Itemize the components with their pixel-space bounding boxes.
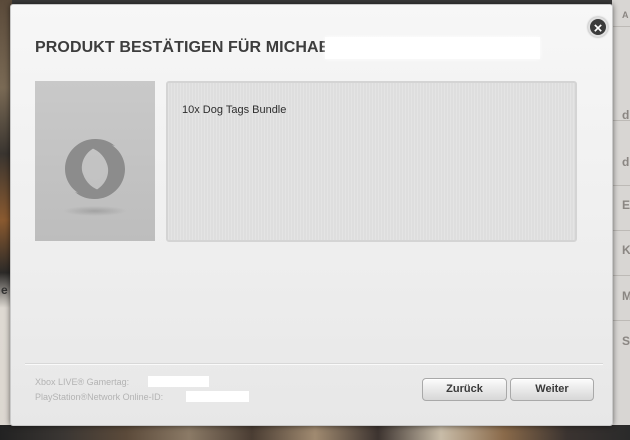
- background-letter: e: [1, 283, 8, 297]
- background-letter: A: [622, 10, 629, 20]
- close-button[interactable]: ×: [588, 17, 608, 37]
- background-divider: [612, 185, 630, 186]
- background-letter: M: [622, 289, 630, 303]
- redacted-online-id: [186, 391, 249, 402]
- next-button[interactable]: Weiter: [510, 378, 594, 401]
- background-letter: d: [622, 155, 630, 169]
- image-shadow: [63, 206, 127, 216]
- dialog-title: PRODUKT BESTÄTIGEN FÜR MICHAE: [35, 39, 330, 56]
- xbox-gamertag-label: Xbox LIVE® Gamertag:: [35, 377, 130, 387]
- product-image: [35, 81, 155, 241]
- background-divider: [612, 320, 630, 321]
- background-letter: E: [622, 198, 630, 212]
- redacted-name: [325, 37, 540, 59]
- psn-online-id-label: PlayStation®Network Online-ID:: [35, 392, 164, 402]
- product-name: 10x Dog Tags Bundle: [182, 104, 287, 116]
- close-icon: ×: [593, 20, 603, 37]
- background-letter: K: [622, 243, 630, 257]
- background-divider: [612, 230, 630, 231]
- footer-divider: [25, 364, 603, 365]
- background-right-column: [612, 0, 630, 440]
- origin-logo-icon: [65, 139, 125, 199]
- background-letter: S: [622, 334, 630, 348]
- back-button[interactable]: Zurück: [422, 378, 507, 401]
- background-divider: [612, 275, 630, 276]
- background-letter: d: [622, 108, 630, 122]
- background-divider: [612, 26, 630, 27]
- redacted-gamertag: [148, 376, 209, 387]
- product-details-panel: 10x Dog Tags Bundle: [166, 81, 577, 242]
- background-bottom-strip: [0, 425, 630, 440]
